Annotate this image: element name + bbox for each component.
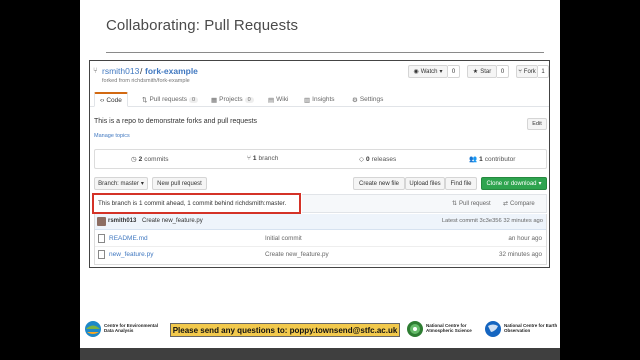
branch-icon: ⑂	[247, 155, 251, 162]
slide-title: Collaborating: Pull Requests	[106, 17, 299, 34]
pull-request-icon: ⇅	[452, 201, 458, 207]
create-new-file-button[interactable]: Create new file	[353, 177, 405, 190]
forked-from-link[interactable]: forked from richdsmith/fork-example	[102, 78, 190, 84]
pull-request-icon: ⇅	[142, 96, 148, 104]
slide: Collaborating: Pull Requests ⑂ rsmith013…	[80, 0, 560, 348]
star-count[interactable]: 0	[497, 65, 509, 78]
ceda-logo-text: Centre for Environmental Data Analysis	[104, 323, 159, 333]
file-age: an hour ago	[508, 235, 542, 242]
fork-repo-icon: ⑂	[93, 66, 98, 75]
fork-button[interactable]: ⑂ Fork	[516, 65, 538, 78]
chevron-down-icon: ▾	[439, 69, 443, 75]
tab-wiki[interactable]: ▤ Wiki	[268, 92, 288, 107]
releases-link[interactable]: ◇ 0 releases	[359, 155, 396, 164]
star-icon: ★	[472, 69, 479, 75]
bottom-strip	[80, 348, 560, 360]
title-divider	[106, 52, 544, 53]
nceo-globe-icon	[485, 321, 501, 337]
pull-request-link[interactable]: ⇅ Pull request	[452, 200, 491, 208]
github-screenshot: ⑂ rsmith013 / fork-example forked from r…	[89, 60, 550, 268]
eye-icon: ◉	[413, 69, 419, 75]
avatar[interactable]	[97, 217, 106, 226]
repo-owner-link[interactable]: rsmith013	[102, 66, 139, 76]
file-icon	[98, 250, 105, 259]
nceo-logo-text: National Centre for Earth Observation	[504, 323, 558, 333]
commit-author-link[interactable]: rsmith013	[108, 218, 136, 224]
file-name-link[interactable]: README.md	[109, 235, 148, 242]
edit-description-button[interactable]: Edit	[527, 118, 547, 130]
branches-link[interactable]: ⑂ 1 branch	[247, 155, 278, 162]
book-icon: ▤	[268, 96, 275, 104]
upload-files-button[interactable]: Upload files	[405, 177, 445, 190]
file-browser: rsmith013 Create new_feature.py Latest c…	[94, 214, 547, 265]
fork-count[interactable]: 1	[538, 65, 549, 78]
repo-name-link[interactable]: fork-example	[145, 66, 198, 76]
watch-button[interactable]: ◉ Watch ▾	[408, 65, 448, 78]
repo-separator: /	[140, 66, 143, 76]
tab-code[interactable]: ‹› Code	[94, 92, 128, 107]
file-commit-message[interactable]: Create new_feature.py	[265, 251, 329, 258]
chevron-down-icon: ▾	[538, 181, 542, 187]
repo-nav-tabs: ‹› Code ⇅ Pull requests 0 ▦ Projects 0 ▤ Wiki …	[90, 89, 549, 107]
repo-summary-bar: ◷ 2 commits ⑂ 1 branch ◇ 0 releases 👥 1 contribu…	[94, 149, 547, 169]
commit-message-link[interactable]: Create new_feature.py	[142, 218, 203, 224]
latest-commit-bar: rsmith013 Create new_feature.py Latest c…	[95, 214, 546, 230]
ncas-globe-icon	[407, 321, 423, 337]
clone-download-button[interactable]: Clone or download ▾	[481, 177, 547, 190]
file-commit-message[interactable]: Initial commit	[265, 235, 302, 242]
repo-description: This is a repo to demonstrate forks and …	[94, 118, 258, 125]
branch-status-text: This branch is 1 commit ahead, 1 commit …	[98, 200, 287, 207]
questions-banner: Please send any questions to: poppy.town…	[170, 323, 400, 337]
ceda-logo: Centre for Environmental Data Analysis	[84, 318, 164, 340]
manage-topics-link[interactable]: Manage topics	[94, 133, 130, 139]
history-icon: ◷	[131, 156, 137, 163]
find-file-button[interactable]: Find file	[445, 177, 477, 190]
tab-insights[interactable]: ▥ Insights	[304, 92, 335, 107]
file-name-link[interactable]: new_feature.py	[109, 251, 153, 258]
project-icon: ▦	[211, 96, 218, 104]
people-icon: 👥	[469, 156, 478, 163]
star-button[interactable]: ★ Star	[467, 65, 497, 78]
fork-icon: ⑂	[518, 68, 522, 75]
new-pull-request-button[interactable]: New pull request	[152, 177, 207, 190]
table-row: new_feature.py Create new_feature.py 32 …	[95, 247, 546, 263]
tab-pull-requests[interactable]: ⇅ Pull requests 0	[142, 92, 199, 107]
tag-icon: ◇	[359, 156, 364, 163]
code-icon: ‹›	[100, 96, 105, 104]
compare-link[interactable]: ⇄ Compare	[503, 200, 535, 208]
contributors-link[interactable]: 👥 1 contributor	[469, 155, 515, 164]
branch-actions: ⇅ Pull request ⇄ Compare	[302, 194, 547, 213]
file-icon	[98, 234, 105, 243]
table-row: README.md Initial commit an hour ago	[95, 231, 546, 247]
repo-header: ⑂ rsmith013 / fork-example forked from r…	[90, 61, 549, 91]
branch-select-button[interactable]: Branch: master ▾	[94, 177, 148, 190]
compare-icon: ⇄	[503, 201, 509, 207]
ceda-globe-icon	[85, 321, 101, 337]
ncas-logo: National Centre for Atmospheric Science	[406, 318, 484, 340]
watch-count[interactable]: 0	[448, 65, 460, 78]
gear-icon: ⚙	[352, 96, 358, 104]
graph-icon: ▥	[304, 96, 311, 104]
tab-settings[interactable]: ⚙ Settings	[352, 92, 383, 107]
tab-projects[interactable]: ▦ Projects 0	[211, 92, 254, 107]
commits-link[interactable]: ◷ 2 commits	[131, 155, 169, 164]
branch-status-notice: This branch is 1 commit ahead, 1 commit …	[92, 193, 301, 214]
latest-commit-info: Latest commit 3c3e356 32 minutes ago	[441, 218, 543, 224]
file-age: 32 minutes ago	[498, 251, 542, 258]
nceo-logo: National Centre for Earth Observation	[484, 318, 560, 340]
chevron-down-icon: ▾	[140, 181, 144, 187]
ncas-logo-text: National Centre for Atmospheric Science	[426, 323, 472, 333]
